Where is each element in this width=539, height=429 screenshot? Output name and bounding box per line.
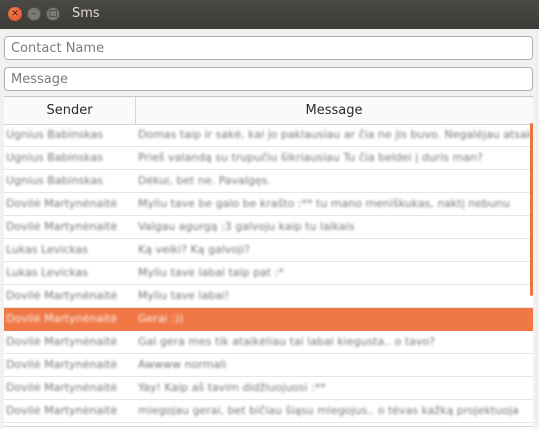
column-header-sender[interactable]: Sender: [4, 97, 136, 124]
table-row[interactable]: Dovilė Martynėnaitė Myliu tave be galo be…: [4, 193, 533, 216]
message-cell: Ką veiki? Ką galvoji?: [138, 243, 250, 256]
minimize-icon: –: [31, 8, 37, 19]
table-body: Ugnius Babinskas Domas taip ir sakė, kai …: [4, 124, 533, 423]
title-bar: ✕ – □ Sms: [0, 0, 539, 29]
table-row[interactable]: Dovilė Martynėnaitė Gerai :)): [4, 308, 533, 331]
table-row[interactable]: Dovilė Martynėnaitė miegojau gerai, bet b…: [4, 400, 533, 423]
close-button[interactable]: ✕: [8, 7, 22, 21]
message-cell: Awwww normali: [138, 358, 227, 371]
message-cell: Myliu tave labai taip pat :*: [138, 266, 284, 279]
table-row[interactable]: Dovilė Martynėnaitė Myliu tave labai!: [4, 285, 533, 308]
message-cell: Dėkui, bet ne. Pavalgęs.: [138, 174, 271, 187]
message-cell: Gal gera mes tik ataikėliau tai labai ki…: [138, 335, 436, 348]
contact-name-input[interactable]: [4, 36, 533, 60]
maximize-button[interactable]: □: [46, 7, 60, 21]
close-icon: ✕: [11, 8, 19, 19]
sender-cell: Ugnius Babinskas: [6, 174, 103, 187]
sender-cell: Lukas Levickas: [6, 266, 89, 279]
sender-cell: Dovilė Martynėnaitė: [6, 220, 118, 233]
table-row[interactable]: Lukas Levickas Ką veiki? Ką galvoji?: [4, 239, 533, 262]
sender-cell: Ugnius Babinskas: [6, 151, 103, 164]
table-header: Sender Message: [4, 97, 533, 125]
vertical-scrollbar[interactable]: [530, 123, 533, 296]
sender-cell: Dovilė Martynėnaitė: [6, 335, 118, 348]
sender-cell: Lukas Levickas: [6, 243, 89, 256]
message-input[interactable]: [4, 67, 533, 91]
table-row[interactable]: Dovilė Martynėnaitė Yay! Kaip aš tavim di…: [4, 377, 533, 400]
table-row[interactable]: Ugnius Babinskas Prieš valandą su trupuči…: [4, 147, 533, 170]
message-cell: Myliu tave labai!: [138, 289, 230, 302]
table-row[interactable]: Lukas Levickas Myliu tave labai taip pat …: [4, 262, 533, 285]
table-bottom-edge: [4, 426, 533, 427]
message-cell: Yay! Kaip aš tavim didžiuojuosi :**: [138, 381, 326, 394]
message-cell: Myliu tave be galo be krašto :** tu mano…: [138, 197, 510, 210]
sender-cell: Ugnius Babinskas: [6, 128, 103, 141]
message-cell: Valgau agurgą :3 galvoju kaip tu laikais: [138, 220, 355, 233]
table-row[interactable]: Dovilė Martynėnaitė Valgau agurgą :3 galv…: [4, 216, 533, 239]
column-header-message[interactable]: Message: [135, 97, 533, 124]
sender-cell: Dovilė Martynėnaitė: [6, 381, 118, 394]
message-cell: miegojau gerai, bet bičiau šiąsu miegoju…: [138, 404, 519, 417]
sender-cell: Dovilė Martynėnaitė: [6, 358, 118, 371]
table-row[interactable]: Dovilė Martynėnaitė Awwww normali: [4, 354, 533, 377]
message-cell: Gerai :)): [138, 312, 184, 325]
sms-window: ✕ – □ Sms Sender Message Ugnius Babinska…: [0, 0, 539, 429]
message-cell: Domas taip ir sakė, kai jo paklausiau ar…: [138, 128, 530, 141]
window-title: Sms: [72, 6, 100, 21]
minimize-button[interactable]: –: [27, 7, 41, 21]
sender-cell: Dovilė Martynėnaitė: [6, 197, 118, 210]
sender-cell: Dovilė Martynėnaitė: [6, 289, 118, 302]
sender-cell: Dovilė Martynėnaitė: [6, 404, 118, 417]
maximize-icon: □: [48, 8, 58, 19]
table-row[interactable]: Dovilė Martynėnaitė Gal gera mes tik atai…: [4, 331, 533, 354]
table-row[interactable]: Ugnius Babinskas Domas taip ir sakė, kai …: [4, 124, 533, 147]
messages-table[interactable]: Sender Message Ugnius Babinskas Domas tai…: [4, 96, 533, 429]
table-row[interactable]: Ugnius Babinskas Dėkui, bet ne. Pavalgęs.: [4, 170, 533, 193]
sender-cell: Dovilė Martynėnaitė: [6, 312, 118, 325]
message-cell: Prieš valandą su trupučiu šikriausiau Tu…: [138, 151, 483, 164]
